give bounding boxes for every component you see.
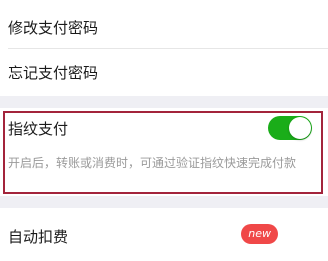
password-settings-group: 修改支付密码 忘记支付密码 [0, 0, 328, 96]
forgot-password-row[interactable]: 忘记支付密码 [0, 50, 328, 94]
change-password-label: 修改支付密码 [8, 18, 99, 37]
divider [8, 48, 328, 49]
highlight-frame [3, 111, 323, 194]
auto-deduct-group: 自动扣费 new [0, 208, 328, 261]
auto-deduct-label: 自动扣费 [8, 227, 69, 246]
forgot-password-label: 忘记支付密码 [8, 63, 99, 82]
new-badge: new [241, 224, 278, 244]
auto-deduct-row[interactable]: 自动扣费 [0, 216, 328, 256]
change-password-row[interactable]: 修改支付密码 [0, 6, 328, 48]
